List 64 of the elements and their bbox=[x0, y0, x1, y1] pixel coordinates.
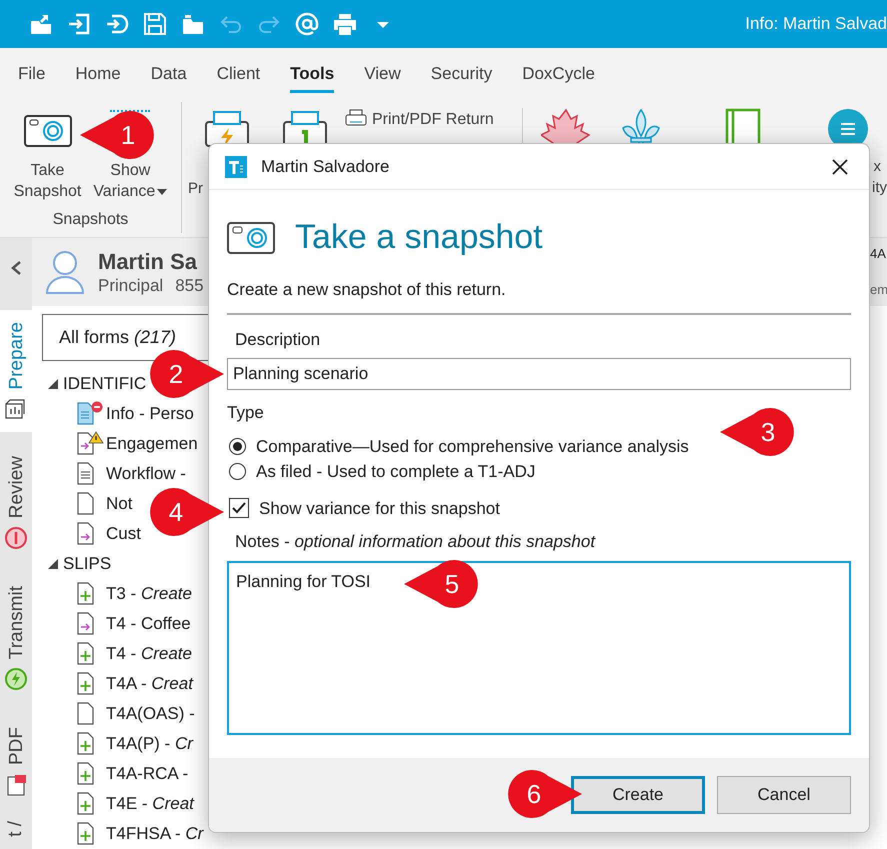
form-item[interactable]: T4E - Creat bbox=[106, 791, 194, 817]
menu-tab[interactable]: View bbox=[364, 52, 401, 94]
error-icon bbox=[4, 526, 28, 550]
person-avatar-icon bbox=[44, 249, 86, 295]
form-item[interactable]: T4A(OAS) - bbox=[106, 701, 195, 727]
print-pdf-return-button[interactable]: Print/PDF Return bbox=[344, 108, 494, 136]
window-title: Info: Martin Salvad bbox=[745, 13, 887, 36]
menu-tab[interactable]: Security bbox=[430, 52, 492, 94]
side-tab[interactable]: Prepare bbox=[0, 310, 32, 432]
menu-tab[interactable]: DoxCycle bbox=[522, 52, 595, 94]
form-item[interactable]: T4 - Create bbox=[106, 641, 192, 667]
form-item[interactable]: T4FHSA - Cr bbox=[106, 821, 204, 847]
menu-tab[interactable]: Data bbox=[150, 52, 187, 94]
client-role: Principal bbox=[98, 275, 164, 296]
header-text: 4A bbox=[870, 245, 887, 263]
expand-triangle-icon[interactable] bbox=[48, 379, 58, 389]
dialog-button[interactable]: Create bbox=[571, 776, 705, 814]
dialog-title: Martin Salvadore bbox=[261, 156, 390, 178]
app-logo-icon bbox=[225, 156, 247, 178]
menu-tab[interactable]: File bbox=[18, 52, 46, 94]
close-icon[interactable] bbox=[831, 158, 849, 176]
menu-tab[interactable]: Home bbox=[75, 52, 121, 94]
dialog-button[interactable]: Cancel bbox=[717, 776, 851, 814]
take-snapshot-button[interactable]: Take Snapshot bbox=[14, 106, 82, 202]
type-radio[interactable]: As filed - Used to complete a T1-ADJ bbox=[229, 458, 536, 484]
dialog-intro: Create a new snapshot of this return. bbox=[227, 279, 506, 301]
expand-triangle-icon[interactable] bbox=[48, 559, 58, 569]
form-item[interactable]: T4 - Coffee bbox=[106, 611, 191, 637]
dialog-heading: Take a snapshot bbox=[295, 217, 543, 258]
email-icon[interactable] bbox=[294, 11, 320, 37]
caret-icon bbox=[157, 188, 168, 194]
form-item[interactable]: T3 - Create bbox=[106, 581, 192, 607]
print-icon[interactable] bbox=[332, 11, 358, 37]
camera-icon bbox=[227, 222, 275, 254]
checkmark-icon bbox=[232, 502, 246, 514]
menu-tab[interactable]: Client bbox=[216, 52, 260, 94]
ribbon-button-label: ity bbox=[872, 178, 887, 198]
lightning-icon bbox=[4, 667, 28, 692]
group-heading: SLIPS bbox=[63, 553, 112, 576]
save-icon[interactable] bbox=[142, 11, 168, 37]
form-item[interactable]: T4A-RCA - bbox=[106, 761, 188, 787]
description-field[interactable]: Planning scenario bbox=[227, 358, 851, 390]
field-label: Notes - optional information about this snapshot bbox=[235, 531, 596, 553]
form-item[interactable]: T4A(P) - Cr bbox=[106, 731, 193, 757]
show-variance-checkbox[interactable]: Show variance for this snapshot bbox=[229, 496, 500, 521]
form-item[interactable]: Workflow - bbox=[106, 461, 186, 487]
side-tab-label: t / bbox=[4, 821, 27, 837]
group-label: Snapshots bbox=[52, 210, 128, 230]
form-item[interactable]: Info - Perso bbox=[106, 401, 194, 427]
form-item[interactable]: Not bbox=[106, 491, 132, 517]
form-item[interactable]: Cust bbox=[106, 521, 141, 547]
menu-tab[interactable]: Tools bbox=[290, 52, 334, 94]
form-item[interactable]: T4A - Creat bbox=[106, 671, 193, 697]
ribbon-button-label: x bbox=[874, 157, 881, 177]
group-heading: IDENTIFIC bbox=[63, 373, 146, 396]
import-icon[interactable] bbox=[66, 11, 92, 37]
type-radio[interactable]: Comparative—Used for comprehensive variance analysis bbox=[229, 434, 689, 458]
camera-icon bbox=[22, 114, 72, 148]
form-item[interactable]: Engagemen bbox=[106, 431, 198, 457]
header-text: em bbox=[870, 280, 887, 298]
client-name: Martin Sa bbox=[98, 248, 198, 276]
ribbon-button-label: Pr bbox=[188, 179, 203, 199]
client-number: 855 bbox=[175, 275, 204, 296]
field-label: Type bbox=[227, 402, 264, 424]
